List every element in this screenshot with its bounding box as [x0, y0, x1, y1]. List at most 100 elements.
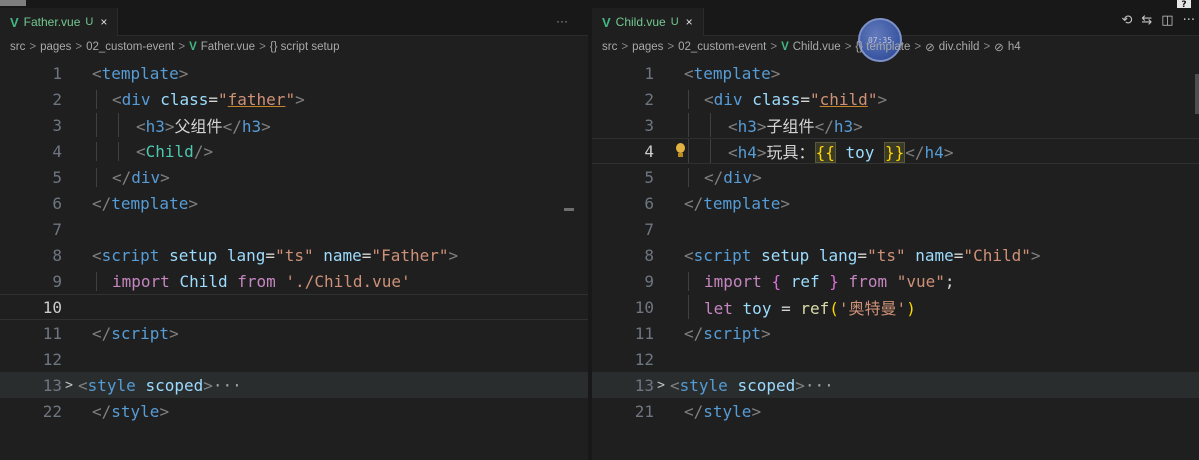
vue-file-icon: V [189, 41, 197, 53]
breadcrumb-src[interactable]: src [10, 41, 25, 53]
chevron-right-icon: > [844, 41, 852, 53]
line-number: 1 [52, 63, 62, 83]
line-number: 5 [644, 167, 654, 187]
line-number: 10 [42, 297, 62, 317]
line-number: 2 [52, 89, 62, 109]
close-tab-icon[interactable]: × [686, 15, 693, 29]
line-number: 2 [644, 89, 654, 109]
code-line: 12 [0, 346, 588, 372]
line-number: 22 [42, 401, 62, 421]
line-number: 8 [644, 245, 654, 265]
code-editor-right[interactable]: 1 <template> 2 <div class="child"> 3 <h3… [592, 60, 1199, 460]
vue-file-icon: V [10, 14, 19, 30]
breadcrumb-folder[interactable]: 02_custom-event [678, 41, 766, 53]
code-editor-left[interactable]: 1 <template> 2 <div class="father"> 3 <h… [0, 60, 588, 460]
title-strip: ? [0, 0, 1199, 10]
breadcrumb-element-h4[interactable]: h4 [1008, 41, 1021, 53]
line-number: 7 [644, 219, 654, 239]
code-line: 3 <h3>父组件</h3> [0, 112, 588, 138]
line-number: 12 [42, 349, 62, 369]
compare-changes-icon[interactable]: ⇆ [1141, 13, 1152, 28]
line-number: 9 [644, 271, 654, 291]
tab-father-vue[interactable]: V Father.vue U × [0, 8, 119, 36]
chevron-right-icon: > [178, 41, 186, 53]
code-line: 9 import Child from './Child.vue' [0, 268, 588, 294]
timeline-icon[interactable]: ⟲ [1121, 13, 1132, 28]
breadcrumb-pages[interactable]: pages [632, 41, 663, 53]
code-line: 1 <template> [0, 60, 588, 86]
line-number: 3 [644, 115, 654, 135]
chevron-right-icon: > [770, 41, 778, 53]
more-actions-icon[interactable]: ··· [1183, 13, 1195, 28]
tab-child-vue[interactable]: V Child.vue U × [592, 8, 704, 36]
code-line: 7 [0, 216, 588, 242]
chevron-right-icon: > [75, 41, 83, 53]
code-line: 5 </div> [592, 164, 1199, 190]
code-line: 9 import { ref } from "vue"; [592, 268, 1199, 294]
code-line: 12 [592, 346, 1199, 372]
code-line: 6 </template> [0, 190, 588, 216]
line-number: 7 [52, 219, 62, 239]
line-number: 1 [644, 63, 654, 83]
line-number: 21 [634, 401, 654, 421]
code-line-current: 10 [0, 294, 588, 320]
tab-filename: Child.vue [615, 15, 666, 29]
line-number: 13 [42, 375, 62, 395]
tab-filename: Father.vue [23, 15, 81, 29]
code-line: 11 </script> [0, 320, 588, 346]
menu-mark [0, 0, 26, 6]
code-line: 6 </template> [592, 190, 1199, 216]
line-number: 11 [42, 323, 62, 343]
scroll-marker [564, 208, 574, 211]
code-line-folded: 13 > <style scoped>··· [0, 372, 588, 398]
chevron-right-icon: > [259, 41, 266, 53]
vue-file-icon: V [602, 14, 611, 30]
editor-group-right: V Child.vue U × ⟲ ⇆ ◫ ··· 07:35 src > pa… [592, 8, 1199, 460]
line-number: 6 [52, 193, 62, 213]
code-line: 7 [592, 216, 1199, 242]
close-tab-icon[interactable]: × [100, 15, 107, 29]
breadcrumb-symbol[interactable]: {} template [855, 41, 910, 53]
chevron-right-icon: > [667, 41, 675, 53]
fold-chevron-icon[interactable]: > [62, 378, 76, 393]
code-line: 8 <script setup lang="ts" name="Father"> [0, 242, 588, 268]
breadcrumb-symbol[interactable]: {} script setup [270, 41, 340, 53]
line-number: 5 [52, 167, 62, 187]
breadcrumb-file[interactable]: Father.vue [201, 41, 255, 53]
code-line: 22 </style> [0, 398, 588, 424]
chevron-right-icon: > [29, 41, 37, 53]
chevron-right-icon: > [983, 41, 991, 53]
split-editor-icon[interactable]: ◫ [1161, 13, 1173, 28]
code-line: 8 <script setup lang="ts" name="Child"> [592, 242, 1199, 268]
untracked-badge: U [670, 16, 679, 28]
untracked-badge: U [85, 16, 94, 28]
element-icon: ⊘ [994, 42, 1004, 54]
code-line: 2 <div class="father"> [0, 86, 588, 112]
vue-file-icon: V [781, 41, 789, 53]
chevron-right-icon: > [621, 41, 629, 53]
tab-bar-left: V Father.vue U × ··· [0, 8, 588, 36]
code-line: 4 <Child/> [0, 138, 588, 164]
editor-actions: ⟲ ⇆ ◫ ··· [1121, 13, 1195, 28]
scrollbar-thumb[interactable] [1195, 74, 1199, 114]
breadcrumb-folder[interactable]: 02_custom-event [86, 41, 174, 53]
line-number: 3 [52, 115, 62, 135]
line-number: 9 [52, 271, 62, 291]
breadcrumb-pages[interactable]: pages [40, 41, 71, 53]
code-line-folded: 13 > <style scoped>··· [592, 372, 1199, 398]
line-number: 11 [634, 323, 654, 343]
code-line: 21 </style> [592, 398, 1199, 424]
code-line: 2 <div class="child"> [592, 86, 1199, 112]
line-number: 6 [644, 193, 654, 213]
more-actions-icon[interactable]: ··· [556, 14, 568, 28]
fold-chevron-icon[interactable]: > [654, 378, 668, 393]
code-line: 3 <h3>子组件</h3> [592, 112, 1199, 138]
breadcrumb-src[interactable]: src [602, 41, 617, 53]
line-number: 8 [52, 245, 62, 265]
line-number: 13 [634, 375, 654, 395]
line-number: 4 [644, 141, 654, 161]
element-icon: ⊘ [925, 42, 935, 54]
breadcrumb-file[interactable]: Child.vue [793, 41, 841, 53]
code-line: 11 </script> [592, 320, 1199, 346]
breadcrumb-element-div[interactable]: div.child [939, 41, 980, 53]
